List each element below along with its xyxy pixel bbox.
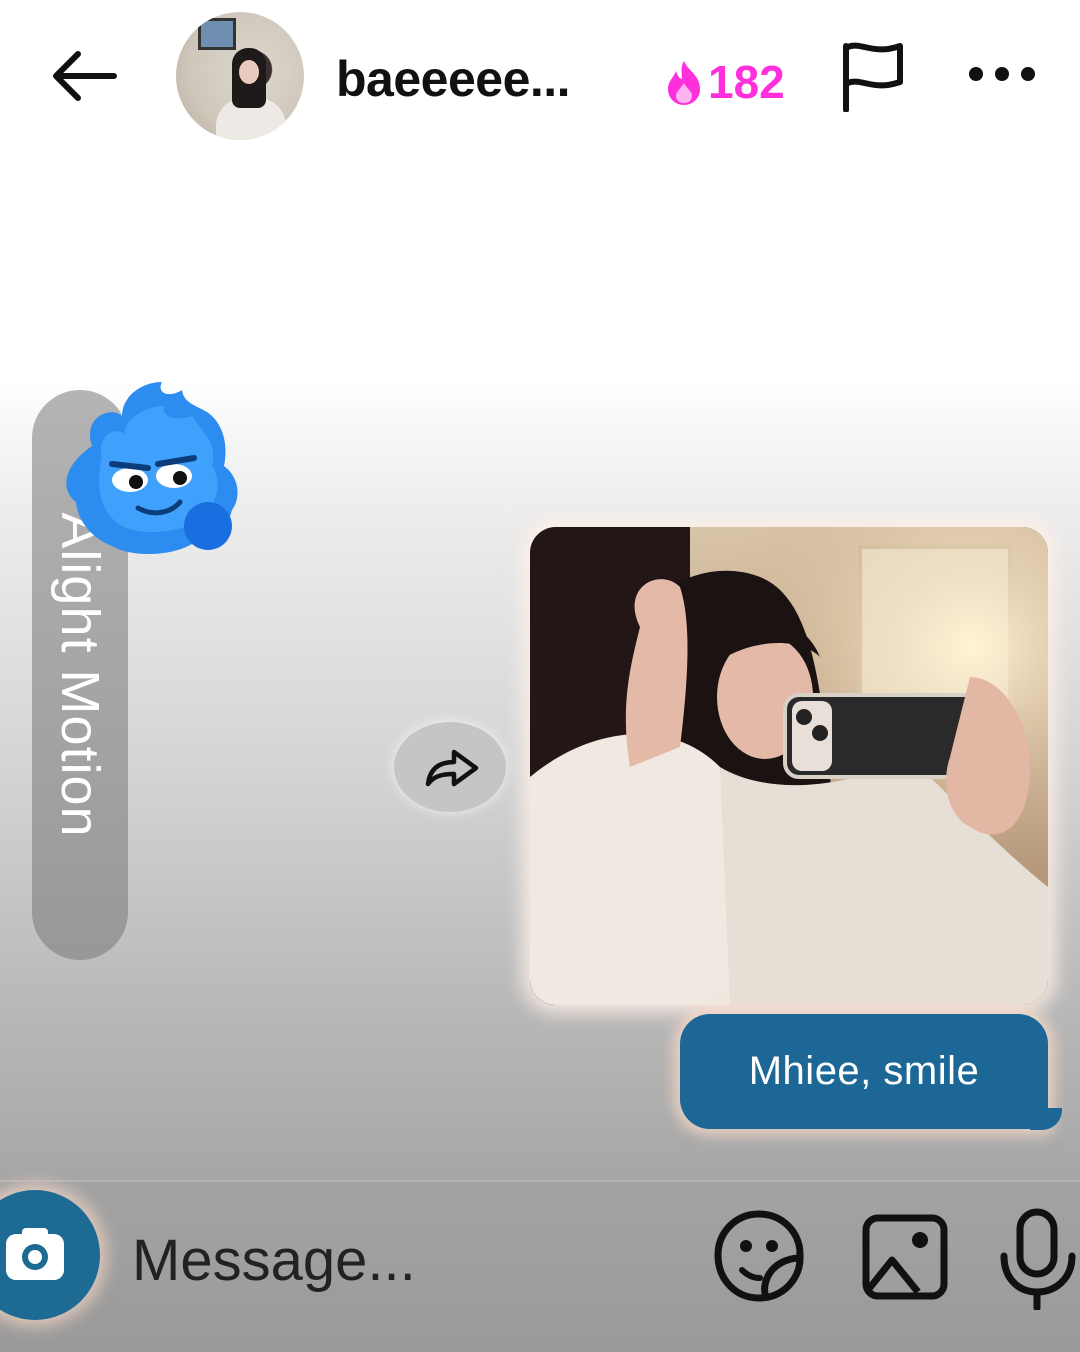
gallery-icon (862, 1214, 948, 1300)
photo-message-image (530, 527, 1048, 1005)
streak-count: 182 (708, 56, 785, 108)
sent-message-bubble[interactable]: Mhiee, smile (680, 1014, 1048, 1129)
sticker-icon (714, 1210, 804, 1302)
streak-badge: 182 (664, 52, 785, 112)
photo-message[interactable] (530, 527, 1048, 1005)
report-button[interactable] (838, 40, 910, 113)
contact-username[interactable]: baeeeee... (336, 50, 571, 108)
blue-flame-mascot-icon (66, 382, 238, 555)
sticker-button[interactable] (712, 1208, 806, 1302)
voice-button[interactable] (996, 1206, 1080, 1312)
back-button[interactable] (48, 46, 120, 106)
avatar[interactable] (176, 12, 304, 140)
microphone-icon (1000, 1208, 1076, 1312)
flame-icon (668, 61, 700, 105)
chat-header: baeeeee... 182 (0, 0, 1080, 150)
message-input[interactable] (132, 1224, 552, 1296)
gallery-button[interactable] (858, 1210, 952, 1304)
share-button[interactable] (394, 722, 506, 812)
more-options-button[interactable] (964, 58, 1040, 90)
arrow-left-icon (53, 51, 117, 101)
more-horizontal-icon (969, 67, 1035, 81)
share-forward-icon (425, 749, 479, 787)
sent-message-text: Mhiee, smile (748, 1049, 980, 1093)
camera-icon (6, 1228, 64, 1280)
flag-icon (843, 42, 903, 113)
